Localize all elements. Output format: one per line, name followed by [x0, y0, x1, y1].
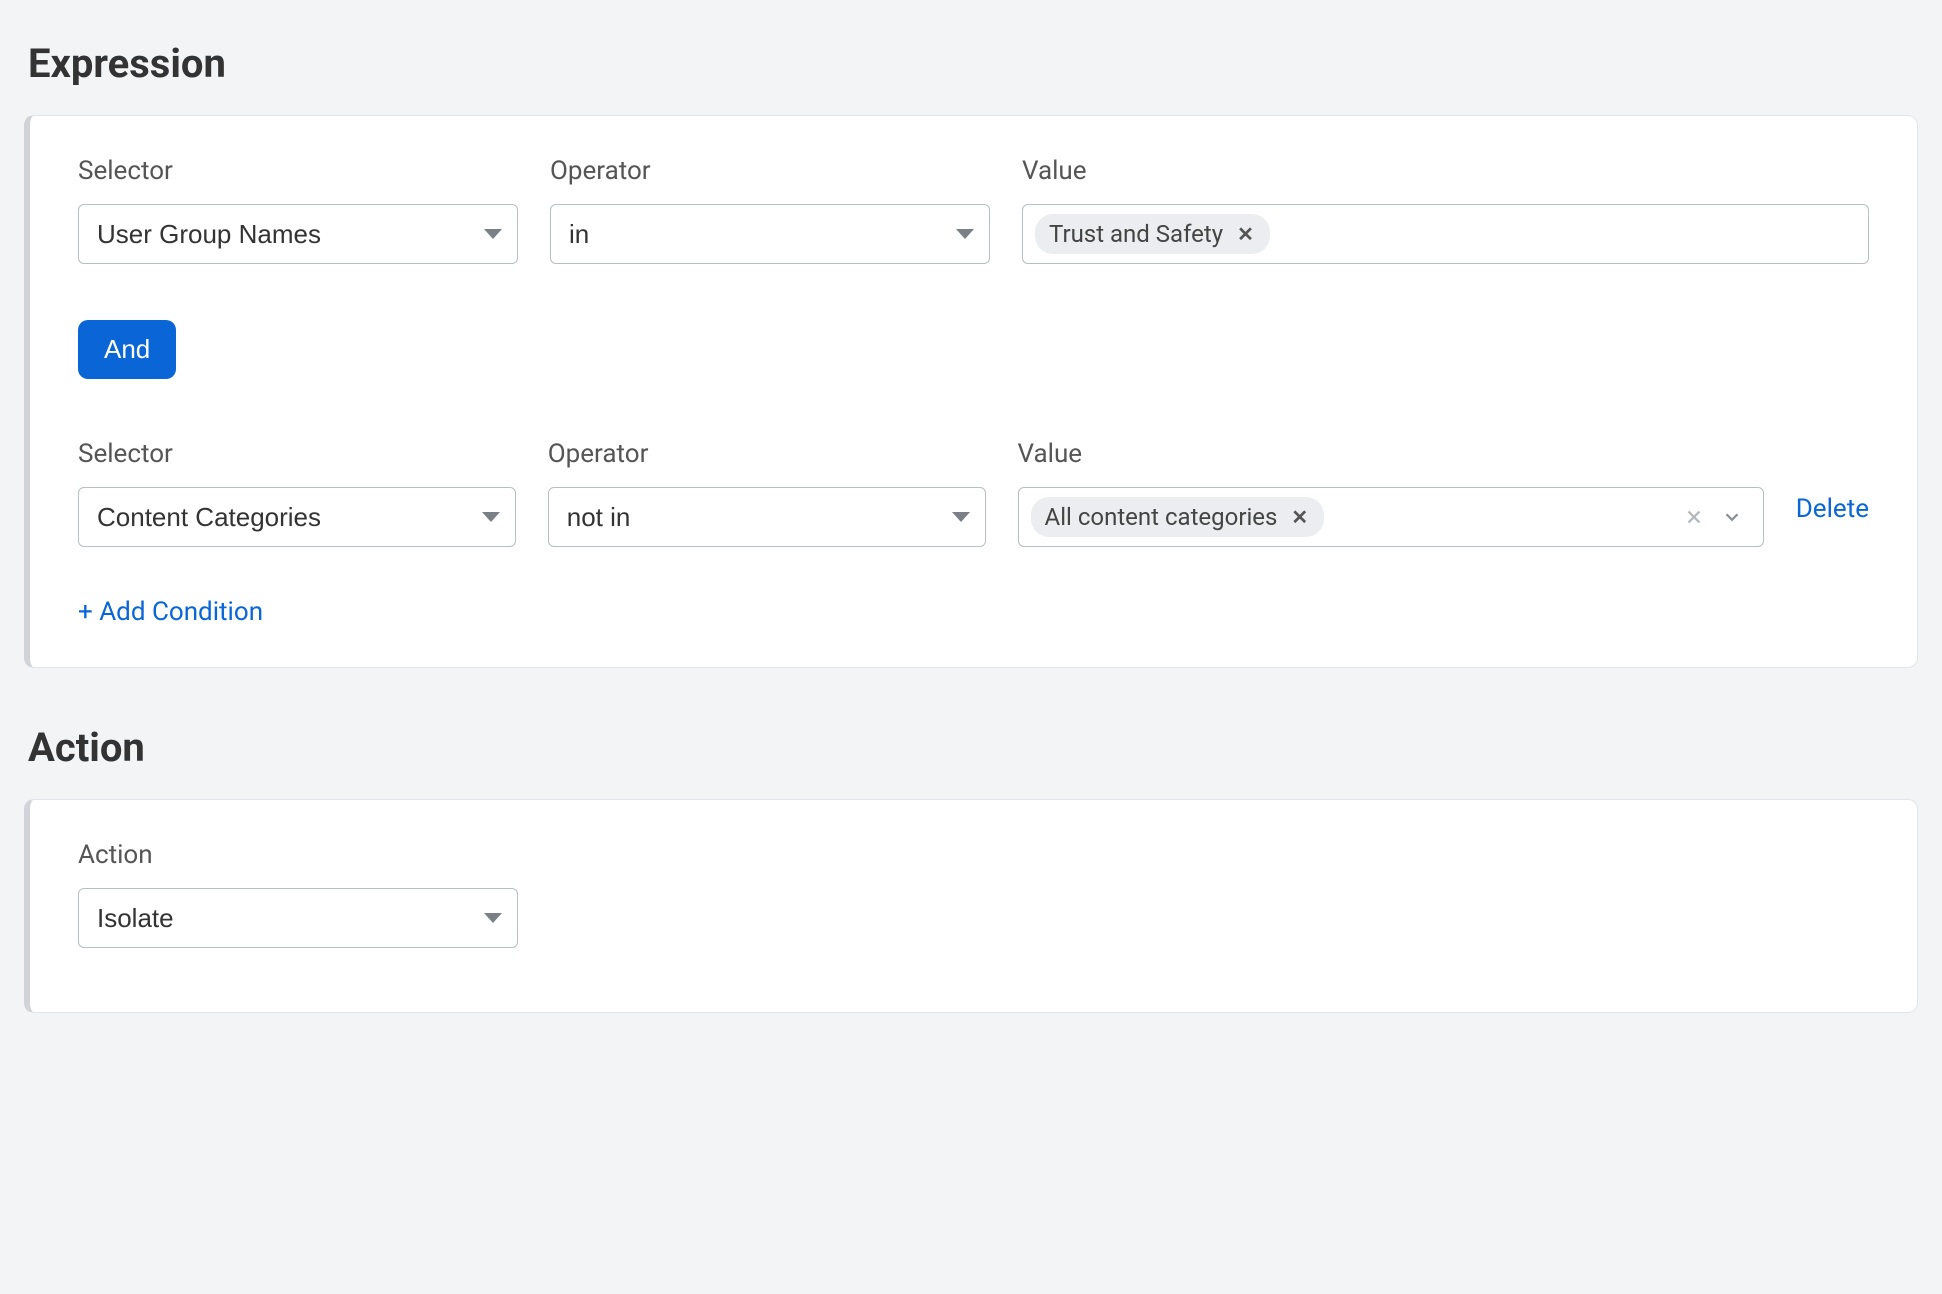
selector-dropdown[interactable]: User Group Names	[78, 204, 518, 264]
action-panel: Action Isolate	[24, 799, 1918, 1013]
value-tag: All content categories ✕	[1031, 497, 1325, 537]
action-section-title: Action	[28, 724, 1918, 771]
chevron-down-icon[interactable]	[1721, 506, 1743, 528]
clear-all-icon[interactable]	[1683, 506, 1705, 528]
operator-dropdown[interactable]: in	[550, 204, 990, 264]
tag-remove-icon[interactable]: ✕	[1289, 505, 1310, 529]
add-condition-button[interactable]: + Add Condition	[78, 597, 263, 627]
operator-dropdown[interactable]: not in	[548, 487, 986, 547]
value-label: Value	[1018, 439, 1764, 469]
operator-label: Operator	[548, 439, 986, 469]
condition-row: Selector Content Categories Operator not…	[78, 439, 1869, 547]
expression-panel: Selector User Group Names Operator in Va…	[24, 115, 1918, 668]
action-dropdown[interactable]: Isolate	[78, 888, 518, 948]
expression-section-title: Expression	[28, 40, 1918, 87]
and-button[interactable]: And	[78, 320, 176, 379]
tag-remove-icon[interactable]: ✕	[1235, 222, 1256, 246]
selector-dropdown[interactable]: Content Categories	[78, 487, 516, 547]
tag-text: Trust and Safety	[1049, 220, 1223, 248]
operator-label: Operator	[550, 156, 990, 186]
value-label: Value	[1022, 156, 1869, 186]
value-tag: Trust and Safety ✕	[1035, 214, 1270, 254]
tag-text: All content categories	[1045, 503, 1278, 531]
value-multiselect[interactable]: All content categories ✕	[1018, 487, 1764, 547]
selector-label: Selector	[78, 439, 516, 469]
action-label: Action	[78, 840, 518, 870]
condition-row: Selector User Group Names Operator in Va…	[78, 156, 1869, 264]
selector-label: Selector	[78, 156, 518, 186]
delete-condition-link[interactable]: Delete	[1796, 494, 1869, 524]
value-tag-input[interactable]: Trust and Safety ✕	[1022, 204, 1869, 264]
